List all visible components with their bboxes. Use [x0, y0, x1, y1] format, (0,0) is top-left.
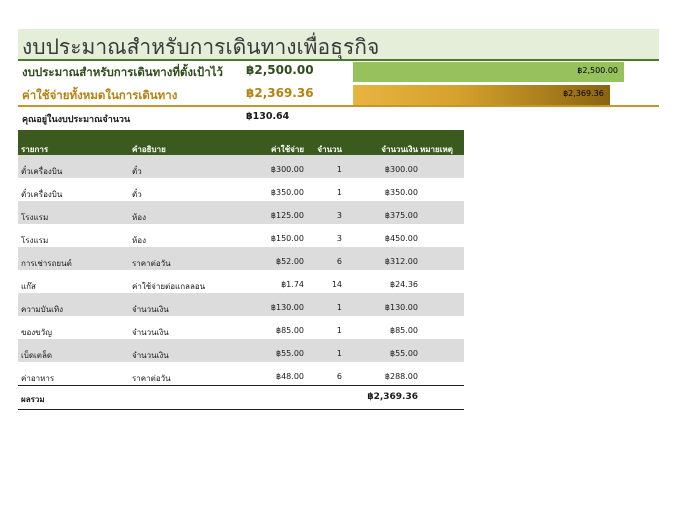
cell-desc: ค่าใช้จ่ายต่อแกลลอน — [132, 282, 206, 291]
cell-cost: ฿350.00 — [270, 188, 304, 197]
cell-cost: ฿48.00 — [276, 372, 304, 381]
total-value: ฿2,369.36 — [246, 86, 314, 100]
budget-row: งบประมาณสำหรับการเดินทางที่ตั้งเป้าไว้ ฿… — [18, 62, 659, 82]
cell-desc: ห้อง — [132, 236, 146, 245]
cell-item: ตั๋วเครื่องบิน — [21, 167, 63, 176]
page-title: งบประมาณสำหรับการเดินทางเพื่อธุรกิจ — [22, 35, 380, 59]
total-bar: ฿2,369.36 — [353, 85, 610, 105]
cell-qty: 6 — [336, 372, 342, 381]
table-row[interactable]: ความบันเทิง จำนวนเงิน ฿130.00 1 ฿130.00 — [18, 293, 464, 316]
cell-item: ตั๋วเครื่องบิน — [21, 190, 63, 199]
cell-desc: จำนวนเงิน — [132, 328, 169, 337]
table-row[interactable]: ตั๋วเครื่องบิน ตั๋ว ฿300.00 1 ฿300.00 — [18, 155, 464, 178]
remaining-label: คุณอยู่ในงบประมาณจำนวน — [22, 115, 131, 125]
cell-desc: ตั๋ว — [132, 190, 142, 199]
cell-cost: ฿125.00 — [270, 211, 304, 220]
cell-qty: 3 — [336, 234, 342, 243]
cell-qty: 1 — [336, 326, 342, 335]
cell-qty: 1 — [336, 349, 342, 358]
budget-value: ฿2,500.00 — [246, 63, 314, 77]
cell-item: โรงแรม — [21, 213, 49, 222]
cell-cost: ฿130.00 — [270, 303, 304, 312]
remaining-value: ฿130.64 — [246, 111, 290, 122]
budget-bar-label: ฿2,500.00 — [577, 66, 618, 75]
cell-item: การเช่ารถยนต์ — [21, 259, 72, 268]
cell-cost: ฿150.00 — [270, 234, 304, 243]
cell-desc: ราคาต่อวัน — [132, 374, 171, 383]
cell-amount: ฿375.00 — [384, 211, 418, 220]
table-header: รายการ คำอธิบาย ค่าใช้จ่าย จำนวน จำนวนเง… — [18, 130, 464, 155]
cell-item: ของขวัญ — [21, 328, 52, 337]
cell-qty: 3 — [336, 211, 342, 220]
table-row[interactable]: แก๊ส ค่าใช้จ่ายต่อแกลลอน ฿1.74 14 ฿24.36 — [18, 270, 464, 293]
summary-divider — [18, 105, 659, 107]
cell-desc: ห้อง — [132, 213, 146, 222]
cell-cost: ฿300.00 — [270, 165, 304, 174]
cell-amount: ฿288.00 — [384, 372, 418, 381]
cell-amount: ฿300.00 — [384, 165, 418, 174]
table-total-label: ผลรวม — [21, 395, 45, 404]
cell-cost: ฿1.74 — [281, 280, 304, 289]
budget-label: งบประมาณสำหรับการเดินทางที่ตั้งเป้าไว้ — [22, 65, 223, 79]
cell-item: ความบันเทิง — [21, 305, 64, 314]
cell-amount: ฿55.00 — [390, 349, 418, 358]
cell-desc: ตั๋ว — [132, 167, 142, 176]
cell-qty: 1 — [336, 165, 342, 174]
cell-item: โรงแรม — [21, 236, 49, 245]
table-row[interactable]: ของขวัญ จำนวนเงิน ฿85.00 1 ฿85.00 — [18, 316, 464, 339]
table-total-amount: ฿2,369.36 — [367, 392, 418, 402]
cell-amount: ฿24.36 — [390, 280, 418, 289]
cell-item: ค่าอาหาร — [21, 374, 55, 383]
table-row[interactable]: โรงแรม ห้อง ฿125.00 3 ฿375.00 — [18, 201, 464, 224]
table-row[interactable]: เบ็ดเตล็ด จำนวนเงิน ฿55.00 1 ฿55.00 — [18, 339, 464, 362]
cell-qty: 1 — [336, 303, 342, 312]
expense-table: รายการ คำอธิบาย ค่าใช้จ่าย จำนวน จำนวนเง… — [18, 130, 464, 410]
remaining-row: คุณอยู่ในงบประมาณจำนวน ฿130.64 — [18, 110, 659, 126]
table-row[interactable]: ค่าอาหาร ราคาต่อวัน ฿48.00 6 ฿288.00 — [18, 362, 464, 385]
total-row: ค่าใช้จ่ายทั้งหมดในการเดินทาง ฿2,369.36 … — [18, 85, 659, 105]
table-row[interactable]: ตั๋วเครื่องบิน ตั๋ว ฿350.00 1 ฿350.00 — [18, 178, 464, 201]
cell-cost: ฿52.00 — [276, 257, 304, 266]
cell-qty: 6 — [336, 257, 342, 266]
cell-amount: ฿450.00 — [384, 234, 418, 243]
title-banner: งบประมาณสำหรับการเดินทางเพื่อธุรกิจ — [18, 29, 659, 61]
table-row[interactable]: การเช่ารถยนต์ ราคาต่อวัน ฿52.00 6 ฿312.00 — [18, 247, 464, 270]
cell-cost: ฿55.00 — [276, 349, 304, 358]
total-label: ค่าใช้จ่ายทั้งหมดในการเดินทาง — [22, 88, 178, 102]
cell-qty: 1 — [336, 188, 342, 197]
table-row[interactable]: โรงแรม ห้อง ฿150.00 3 ฿450.00 — [18, 224, 464, 247]
cell-cost: ฿85.00 — [276, 326, 304, 335]
cell-desc: จำนวนเงิน — [132, 351, 169, 360]
cell-amount: ฿85.00 — [390, 326, 418, 335]
cell-desc: ราคาต่อวัน — [132, 259, 171, 268]
table-body: ตั๋วเครื่องบิน ตั๋ว ฿300.00 1 ฿300.00 ตั๋วเคร… — [18, 155, 464, 385]
cell-amount: ฿130.00 — [384, 303, 418, 312]
table-total-row: ผลรวม ฿2,369.36 — [18, 385, 464, 410]
cell-amount: ฿312.00 — [384, 257, 418, 266]
total-bar-label: ฿2,369.36 — [563, 89, 604, 98]
cell-desc: จำนวนเงิน — [132, 305, 169, 314]
budget-bar: ฿2,500.00 — [353, 62, 624, 82]
cell-amount: ฿350.00 — [384, 188, 418, 197]
cell-item: แก๊ส — [21, 282, 36, 291]
cell-item: เบ็ดเตล็ด — [21, 351, 53, 360]
cell-qty: 14 — [331, 280, 342, 289]
